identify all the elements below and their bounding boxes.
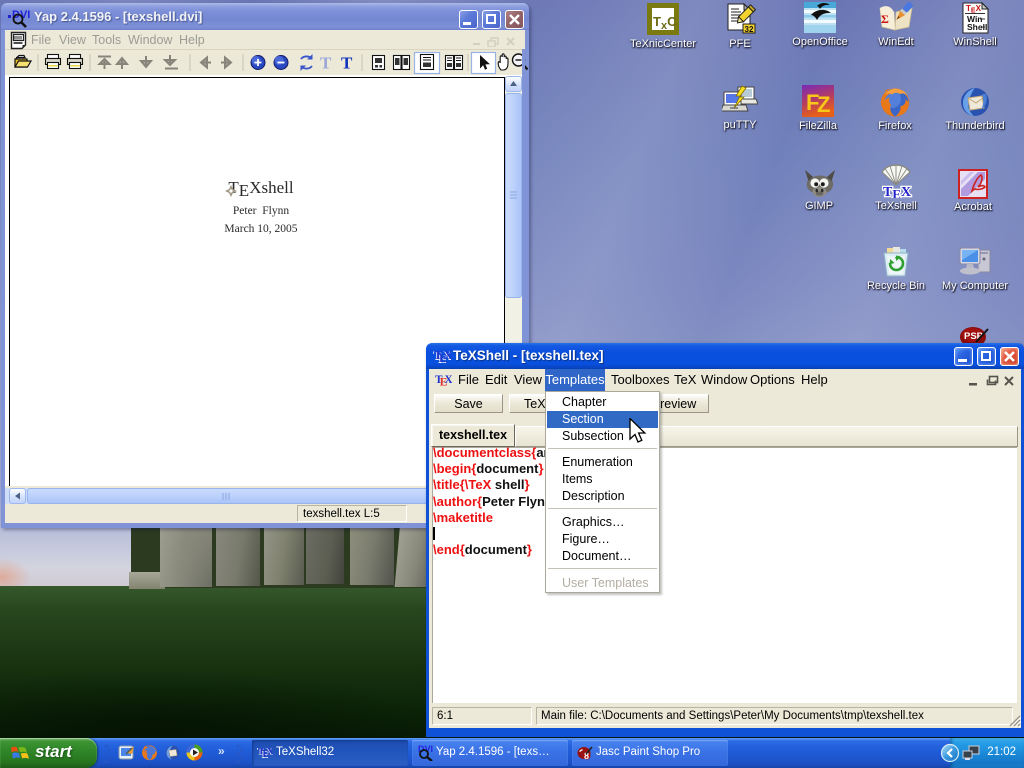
- svg-text:X: X: [444, 374, 452, 386]
- svg-text:X: X: [444, 348, 451, 362]
- svg-text:X: X: [267, 746, 273, 757]
- svg-text:Z: Z: [817, 92, 830, 117]
- svg-text:Σ: Σ: [881, 12, 889, 26]
- svg-text:TEX: TEX: [883, 185, 911, 198]
- svg-text:32: 32: [745, 25, 754, 34]
- svg-text:T: T: [341, 54, 353, 73]
- svg-text:T: T: [320, 54, 332, 73]
